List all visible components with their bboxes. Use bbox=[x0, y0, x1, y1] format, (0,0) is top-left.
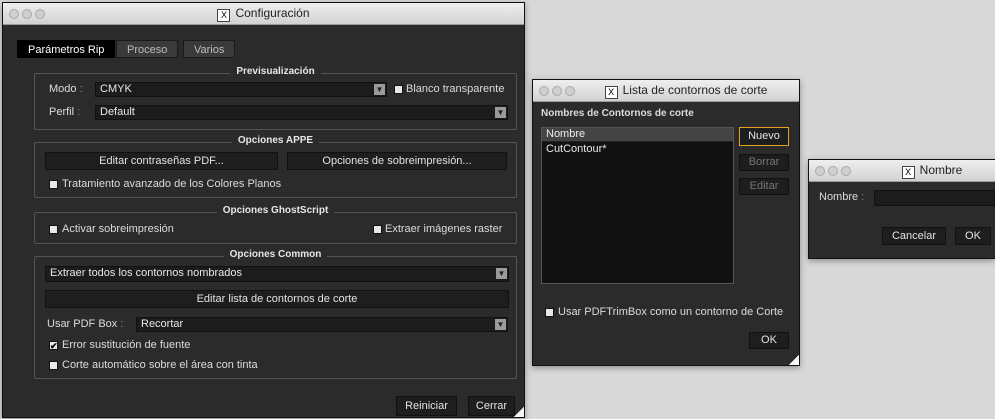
tab-rip-parameters[interactable]: Parámetros Rip bbox=[17, 40, 116, 58]
name-ok-button[interactable]: OK bbox=[955, 227, 991, 245]
ghostscript-legend: Opciones GhostScript bbox=[35, 205, 516, 216]
new-button[interactable]: Nuevo bbox=[739, 127, 789, 146]
common-options-group: Opciones Common Extraer todos los contor… bbox=[34, 249, 517, 379]
advanced-spot-colors-label: Tratamiento avanzado de los Colores Plan… bbox=[62, 178, 282, 190]
font-substitution-label: Error sustitución de fuente bbox=[62, 339, 191, 351]
configuration-titlebar[interactable]: X Configuración bbox=[3, 3, 524, 25]
resize-grip-icon[interactable] bbox=[514, 407, 524, 417]
name-titlebar[interactable]: X Nombre bbox=[809, 160, 995, 182]
window-title: X Lista de contornos de corte bbox=[533, 83, 799, 99]
advanced-spot-colors-checkbox[interactable] bbox=[49, 180, 58, 189]
profile-label: Perfil : bbox=[49, 106, 81, 118]
window-title: X Configuración bbox=[3, 6, 524, 22]
extract-raster-label: Extraer imágenes raster bbox=[385, 223, 503, 235]
activate-overprint-label: Activar sobreimpresión bbox=[62, 223, 174, 235]
contours-window: X Lista de contornos de corte Nombres de … bbox=[532, 79, 800, 366]
list-item[interactable]: CutContour* bbox=[542, 142, 733, 156]
contours-list[interactable]: Nombre CutContour* bbox=[541, 127, 734, 284]
mode-select[interactable]: CMYK ▼ bbox=[95, 82, 387, 97]
auto-cut-label: Corte automático sobre el área con tinta bbox=[62, 359, 258, 371]
use-trimbox-checkbox[interactable] bbox=[545, 308, 554, 317]
tab-process[interactable]: Proceso bbox=[116, 40, 179, 58]
tab-misc[interactable]: Varios bbox=[183, 40, 236, 58]
appe-options-group: Opciones APPE Editar contraseñas PDF... … bbox=[34, 135, 517, 198]
contours-heading: Nombres de Contornos de corte bbox=[541, 108, 694, 119]
overprint-options-button[interactable]: Opciones de sobreimpresión... bbox=[287, 152, 507, 170]
font-substitution-checkbox[interactable]: ✔ bbox=[49, 341, 58, 351]
name-input[interactable] bbox=[874, 190, 995, 206]
ghostscript-options-group: Opciones GhostScript Activar sobreimpres… bbox=[34, 205, 517, 244]
extract-raster-checkbox[interactable] bbox=[373, 225, 382, 234]
reset-button[interactable]: Reiniciar bbox=[396, 396, 457, 416]
use-trimbox-label: Usar PDFTrimBox como un contorno de Cort… bbox=[558, 306, 784, 318]
edit-button[interactable]: Editar bbox=[739, 178, 789, 195]
transparent-white-checkbox[interactable] bbox=[394, 85, 403, 94]
resize-grip-icon[interactable] bbox=[789, 355, 799, 365]
contours-ok-button[interactable]: OK bbox=[749, 332, 789, 349]
preview-group: Previsualización Modo : CMYK ▼ Blanco tr… bbox=[34, 66, 517, 130]
profile-select[interactable]: Default ▼ bbox=[95, 105, 508, 120]
chevron-down-icon: ▼ bbox=[374, 84, 385, 95]
cancel-button[interactable]: Cancelar bbox=[882, 227, 946, 245]
use-pdf-box-label: Usar PDF Box : bbox=[47, 318, 124, 330]
name-label: Nombre : bbox=[819, 191, 865, 203]
activate-overprint-checkbox[interactable] bbox=[49, 225, 58, 234]
chevron-down-icon: ▼ bbox=[495, 319, 506, 330]
use-pdf-box-select[interactable]: Recortar ▼ bbox=[136, 317, 508, 332]
mode-label: Modo : bbox=[49, 83, 83, 95]
edit-pdf-passwords-button[interactable]: Editar contraseñas PDF... bbox=[45, 152, 278, 170]
x11-icon: X bbox=[604, 86, 618, 99]
list-header: Nombre bbox=[542, 128, 733, 142]
contours-titlebar[interactable]: X Lista de contornos de corte bbox=[533, 80, 799, 102]
configuration-window: X Configuración Parámetros Rip Proceso Va… bbox=[2, 2, 525, 418]
name-window: X Nombre Nombre : Cancelar OK bbox=[808, 159, 995, 259]
extract-contours-select[interactable]: Extraer todos los contornos nombrados ▼ bbox=[45, 266, 509, 282]
delete-button[interactable]: Borrar bbox=[739, 154, 789, 171]
preview-legend: Previsualización bbox=[35, 66, 516, 77]
x11-icon: X bbox=[217, 9, 231, 22]
chevron-down-icon: ▼ bbox=[495, 107, 506, 118]
chevron-down-icon: ▼ bbox=[496, 268, 507, 279]
window-title: X Nombre bbox=[809, 163, 995, 179]
auto-cut-checkbox[interactable] bbox=[49, 361, 58, 370]
common-legend: Opciones Common bbox=[35, 249, 516, 260]
x11-icon: X bbox=[901, 166, 915, 179]
appe-legend: Opciones APPE bbox=[35, 135, 516, 146]
edit-contour-list-button[interactable]: Editar lista de contornos de corte bbox=[45, 290, 509, 308]
close-button[interactable]: Cerrar bbox=[468, 396, 515, 416]
transparent-white-label: Blanco transparente bbox=[406, 83, 505, 95]
